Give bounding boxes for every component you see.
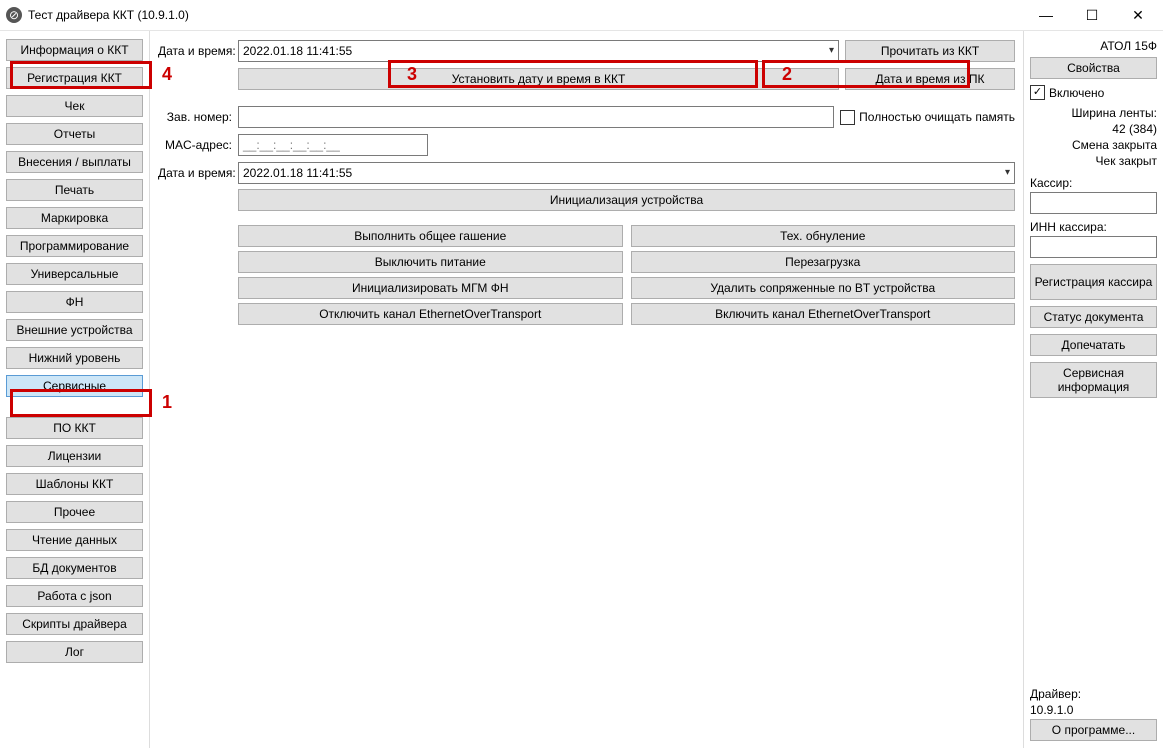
about-button[interactable]: О программе...: [1030, 719, 1157, 741]
cashier-inn-input[interactable]: [1030, 236, 1157, 258]
left-nav: Информация о ККТ Регистрация ККТ Чек Отчеты…: [0, 31, 150, 748]
nav-item-8[interactable]: Универсальные счетчики: [6, 263, 143, 285]
read-from-kkt-button[interactable]: Прочитать из ККТ: [845, 40, 1015, 62]
window-title: Тест драйвера ККТ (10.9.1.0): [28, 8, 1023, 22]
full-clear-checkbox[interactable]: Полностью очищать память: [840, 110, 1015, 125]
nav-item-1[interactable]: Регистрация ККТ: [6, 67, 143, 89]
nav-item-17[interactable]: Чтение данных: [6, 529, 143, 551]
nav-item-10[interactable]: Внешние устройства: [6, 319, 143, 341]
minimize-button[interactable]: —: [1023, 0, 1069, 30]
driver-version: 10.9.1.0: [1030, 703, 1157, 717]
nav-item-12[interactable]: Сервисные: [6, 375, 143, 397]
date2-label: Дата и время:: [158, 166, 232, 180]
nav-item-18[interactable]: БД документов: [6, 557, 143, 579]
maximize-button[interactable]: ☐: [1069, 0, 1115, 30]
serial-input[interactable]: [238, 106, 834, 128]
enable-eot-button[interactable]: Включить канал EthernetOverTransport: [631, 303, 1016, 325]
center-panel: Дата и время: 2022.01.18 11:41:55 Прочит…: [150, 31, 1023, 748]
nav-item-16[interactable]: Прочее: [6, 501, 143, 523]
window-controls: — ☐ ✕: [1023, 0, 1161, 30]
mac-input[interactable]: __:__:__:__:__:__: [238, 134, 428, 156]
nav-item-2[interactable]: Чек: [6, 95, 143, 117]
set-datetime-kkt-button[interactable]: Установить дату и время в ККТ: [238, 68, 839, 90]
model-label: АТОЛ 15Ф: [1030, 39, 1157, 53]
nav-item-11[interactable]: Нижний уровень: [6, 347, 143, 369]
date2-combo[interactable]: 2022.01.18 11:41:55: [238, 162, 1015, 184]
init-device-button[interactable]: Инициализация устройства: [238, 189, 1015, 211]
tape-width-value: 42 (384): [1030, 122, 1157, 136]
cashier-label: Кассир:: [1030, 176, 1157, 190]
general-blanking-button[interactable]: Выполнить общее гашение: [238, 225, 623, 247]
tech-reset-button[interactable]: Тех. обнуление: [631, 225, 1016, 247]
close-button[interactable]: ✕: [1115, 0, 1161, 30]
remove-bt-button[interactable]: Удалить сопряженные по BT устройства: [631, 277, 1016, 299]
init-mgm-fn-button[interactable]: Инициализировать МГМ ФН: [238, 277, 623, 299]
nav-item-4[interactable]: Внесения / выплаты: [6, 151, 143, 173]
enabled-checkbox[interactable]: ✓ Включено: [1030, 85, 1157, 100]
shift-closed-label: Смена закрыта: [1030, 138, 1157, 152]
nav-item-5[interactable]: Печать: [6, 179, 143, 201]
app-icon: ⊘: [6, 7, 22, 23]
titlebar: ⊘ Тест драйвера ККТ (10.9.1.0) — ☐ ✕: [0, 0, 1163, 31]
nav-item-21[interactable]: Лог: [6, 641, 143, 663]
cashier-inn-label: ИНН кассира:: [1030, 220, 1157, 234]
power-off-button[interactable]: Выключить питание: [238, 251, 623, 273]
service-info-button[interactable]: Сервисная информация: [1030, 362, 1157, 398]
cashier-register-button[interactable]: Регистрация кассира: [1030, 264, 1157, 300]
right-panel: АТОЛ 15Ф Свойства ✓ Включено Ширина лент…: [1023, 31, 1163, 748]
nav-item-13[interactable]: ПО ККТ: [6, 417, 143, 439]
nav-item-7[interactable]: Программирование: [6, 235, 143, 257]
reprint-button[interactable]: Допечатать: [1030, 334, 1157, 356]
date-label: Дата и время:: [158, 44, 232, 58]
datetime-from-pc-button[interactable]: Дата и время из ПК: [845, 68, 1015, 90]
checkbox-box: ✓: [1030, 85, 1045, 100]
properties-button[interactable]: Свойства: [1030, 57, 1157, 79]
cashier-input[interactable]: [1030, 192, 1157, 214]
date-combo[interactable]: 2022.01.18 11:41:55: [238, 40, 839, 62]
serial-label: Зав. номер:: [158, 110, 232, 124]
tape-width-label: Ширина ленты:: [1030, 106, 1157, 120]
nav-item-15[interactable]: Шаблоны ККТ: [6, 473, 143, 495]
driver-label: Драйвер:: [1030, 687, 1157, 701]
nav-item-19[interactable]: Работа с json: [6, 585, 143, 607]
disable-eot-button[interactable]: Отключить канал EthernetOverTransport: [238, 303, 623, 325]
mac-label: MAC-адрес:: [158, 138, 232, 152]
reboot-button[interactable]: Перезагрузка: [631, 251, 1016, 273]
nav-item-14[interactable]: Лицензии: [6, 445, 143, 467]
nav-item-3[interactable]: Отчеты: [6, 123, 143, 145]
nav-item-0[interactable]: Информация о ККТ: [6, 39, 143, 61]
receipt-closed-label: Чек закрыт: [1030, 154, 1157, 168]
nav-item-9[interactable]: ФН: [6, 291, 143, 313]
nav-item-6[interactable]: Маркировка: [6, 207, 143, 229]
checkbox-box: [840, 110, 855, 125]
nav-item-20[interactable]: Скрипты драйвера: [6, 613, 143, 635]
doc-status-button[interactable]: Статус документа: [1030, 306, 1157, 328]
